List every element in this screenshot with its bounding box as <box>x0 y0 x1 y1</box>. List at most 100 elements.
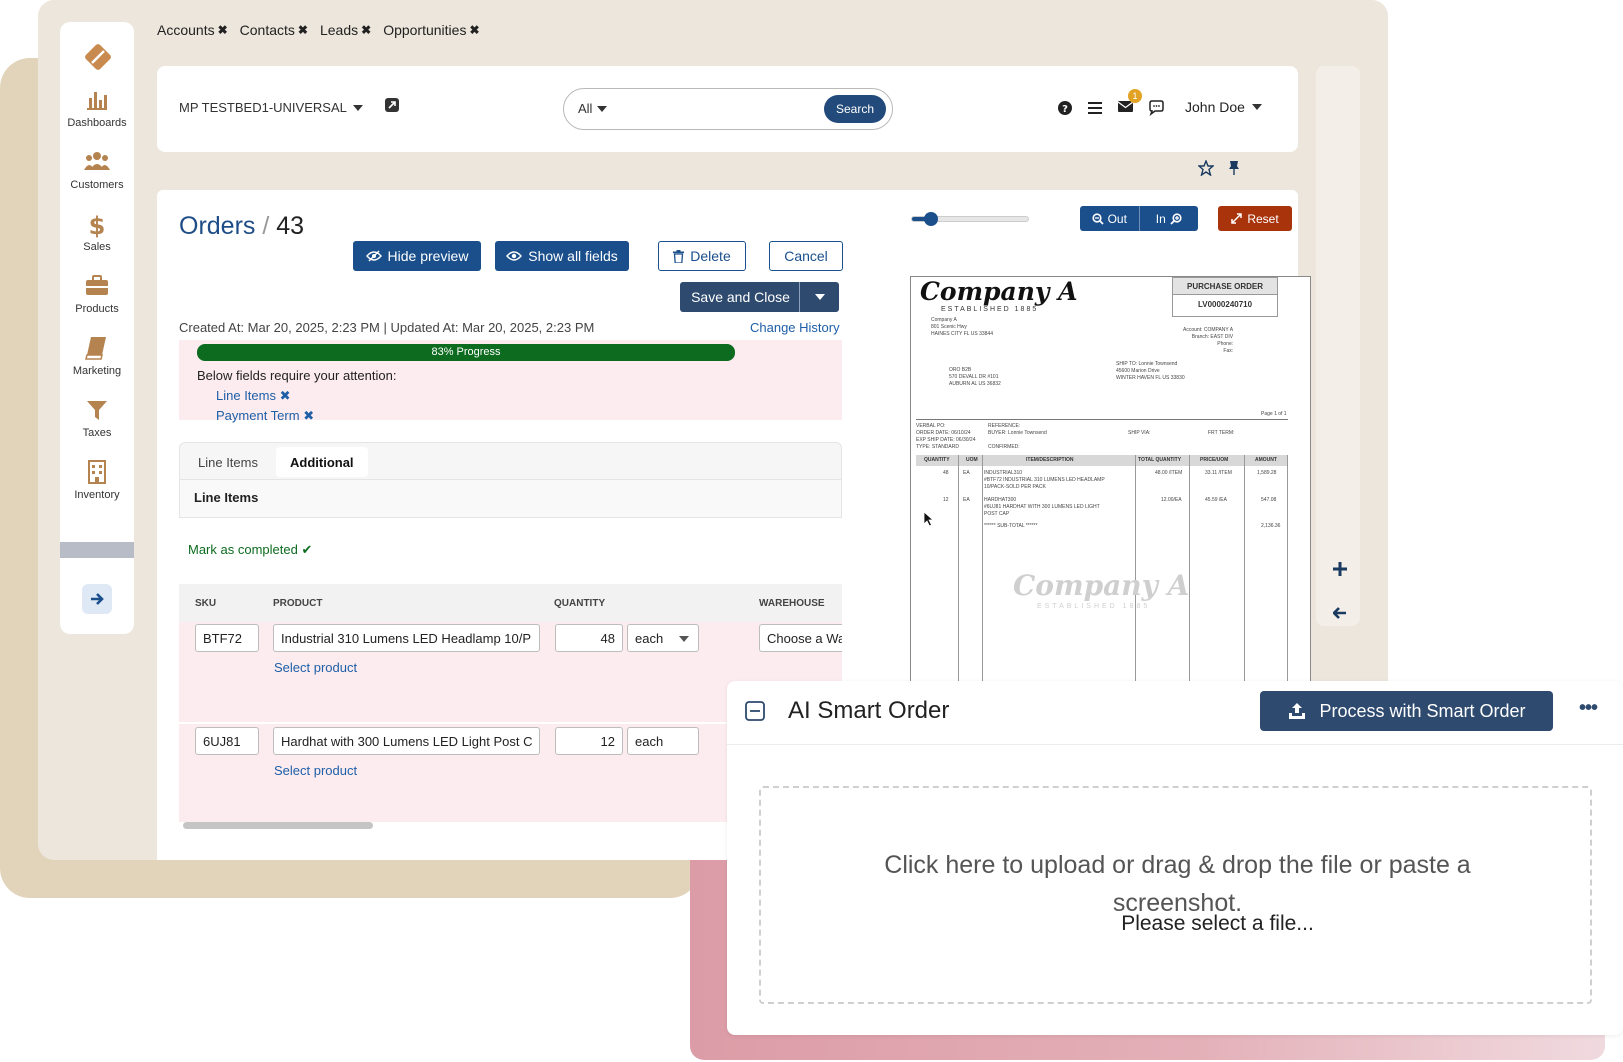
chevron-down-icon <box>1251 104 1262 110</box>
expand-icon <box>1231 213 1243 224</box>
notifications-button[interactable]: 1 <box>1117 89 1142 118</box>
ai-card-header: AI Smart Order Process with Smart Order … <box>727 681 1623 745</box>
attention-field-label: Payment Term <box>216 408 300 423</box>
close-icon[interactable]: ✖ <box>469 23 479 37</box>
top-tab-leads[interactable]: Leads ✖ <box>320 22 371 38</box>
close-icon[interactable]: ✖ <box>303 408 314 423</box>
tab-line-items[interactable]: Line Items <box>184 447 272 477</box>
button-label: Cancel <box>784 248 828 264</box>
button-label: Mark as completed <box>188 542 298 557</box>
star-icon[interactable] <box>1198 160 1214 176</box>
sidebar-item-inventory[interactable]: Inventory <box>60 458 134 501</box>
button-label: Out <box>1107 211 1127 226</box>
upload-icon <box>1289 703 1306 719</box>
breadcrumb-separator: / <box>262 212 270 240</box>
doc-line-qty: 48 <box>943 470 949 476</box>
cancel-button[interactable]: Cancel <box>769 241 843 271</box>
sidebar-scrollbar[interactable] <box>60 542 134 558</box>
button-label: Process with Smart Order <box>1319 700 1526 721</box>
chat-icon[interactable] <box>1148 100 1165 116</box>
show-all-fields-button[interactable]: Show all fields <box>495 241 629 271</box>
sidebar-item-taxes[interactable]: Taxes <box>60 396 134 439</box>
tenant-selector[interactable]: MP TESTBED1-UNIVERSAL <box>179 100 363 115</box>
grid-horizontal-scrollbar[interactable] <box>183 822 373 829</box>
top-tab-accounts[interactable]: Accounts ✖ <box>157 22 228 38</box>
doc-line-desc: HARDHAT300 #6UJ81 HARDHAT WITH 300 LUMEN… <box>984 497 1100 517</box>
more-options-button[interactable]: ••• <box>1579 697 1598 720</box>
close-icon[interactable]: ✖ <box>280 388 291 403</box>
app-logo-icon[interactable] <box>83 42 113 72</box>
help-icon[interactable]: ? <box>1057 100 1073 116</box>
tab-additional[interactable]: Additional <box>276 447 368 477</box>
hide-preview-button[interactable]: Hide preview <box>353 241 481 271</box>
search-scope-select[interactable]: All <box>578 101 608 116</box>
warehouse-select[interactable]: Choose a Wa <box>759 624 842 652</box>
sku-input[interactable]: 6UJ81 <box>195 727 259 755</box>
top-tab-contacts[interactable]: Contacts ✖ <box>240 22 308 38</box>
sidebar-item-marketing[interactable]: Marketing <box>60 334 134 377</box>
record-id: 43 <box>276 212 305 240</box>
top-tab-opportunities[interactable]: Opportunities ✖ <box>383 22 479 38</box>
external-link-icon[interactable] <box>385 98 399 112</box>
doc-line-desc: INDUSTRIAL310 #BTF72 INDUSTRIAL 310 LUME… <box>984 470 1105 490</box>
product-input[interactable]: Industrial 310 Lumens LED Headlamp 10/P <box>273 624 540 652</box>
close-icon[interactable]: ✖ <box>298 23 308 37</box>
doc-line-qty: 12 <box>943 497 949 503</box>
sku-input[interactable]: BTF72 <box>195 624 259 652</box>
uom-select[interactable]: each <box>627 727 699 755</box>
column-header-warehouse: WAREHOUSE <box>759 598 825 609</box>
sidebar-item-sales[interactable]: $ Sales <box>60 210 134 253</box>
eye-icon <box>506 251 523 261</box>
attention-field-line-items[interactable]: Line Items ✖ <box>216 388 291 404</box>
delete-button[interactable]: Delete <box>658 241 746 271</box>
funnel-icon <box>87 401 107 420</box>
uom-select[interactable]: each <box>627 624 699 652</box>
users-icon <box>84 152 110 170</box>
user-menu[interactable]: John Doe <box>1185 99 1262 115</box>
zoom-slider-handle[interactable] <box>924 212 938 226</box>
pin-icon[interactable] <box>1227 160 1241 176</box>
uom-value: each <box>635 630 664 646</box>
search-button[interactable]: Search <box>824 95 886 123</box>
plus-icon[interactable] <box>1333 562 1347 576</box>
quantity-input[interactable]: 48 <box>555 624 623 652</box>
arrow-left-icon[interactable] <box>1333 606 1347 620</box>
quantity-input[interactable]: 12 <box>555 727 623 755</box>
select-product-link[interactable]: Select product <box>274 660 357 675</box>
doc-col-total-quantity: TOTAL QUANTITY <box>1138 457 1182 463</box>
sidebar-item-customers[interactable]: Customers <box>60 148 134 191</box>
sidebar-item-products[interactable]: Products <box>60 272 134 315</box>
mouse-cursor-icon <box>923 511 935 527</box>
doc-col-amount: AMOUNT <box>1255 457 1277 463</box>
close-icon[interactable]: ✖ <box>361 23 371 37</box>
sidebar-expand-button[interactable] <box>82 584 112 614</box>
sidebar-item-dashboards[interactable]: Dashboards <box>60 86 134 129</box>
button-label: Delete <box>690 248 731 264</box>
minimize-icon[interactable] <box>745 701 765 721</box>
change-history-link[interactable]: Change History <box>750 320 840 335</box>
close-icon[interactable]: ✖ <box>218 23 228 37</box>
column-header-sku: SKU <box>195 598 217 609</box>
doc-company-logo: Company A <box>920 277 1078 306</box>
zoom-in-button[interactable]: In <box>1138 206 1199 231</box>
menu-icon[interactable] <box>1087 100 1103 116</box>
zoom-out-button[interactable]: Out <box>1080 206 1139 231</box>
doc-line-uom: EA <box>963 470 970 476</box>
save-options-dropdown[interactable] <box>799 282 839 312</box>
user-name: John Doe <box>1185 99 1245 115</box>
process-with-smart-order-button[interactable]: Process with Smart Order <box>1260 691 1553 731</box>
attention-field-payment-term[interactable]: Payment Term ✖ <box>216 408 314 424</box>
zoom-slider[interactable] <box>911 212 1029 226</box>
product-input[interactable]: Hardhat with 300 Lumens LED Light Post C <box>273 727 540 755</box>
attention-title: Below fields require your attention: <box>197 368 397 383</box>
breadcrumb-orders-link[interactable]: Orders <box>179 212 255 240</box>
dollar-icon: $ <box>89 212 106 238</box>
save-and-close-button[interactable]: Save and Close <box>680 282 801 312</box>
sidebar-item-label: Taxes <box>82 427 112 439</box>
select-product-link[interactable]: Select product <box>274 763 357 778</box>
mark-as-completed-button[interactable]: Mark as completed ✔ <box>188 542 312 558</box>
updated-at: Updated At: Mar 20, 2025, 2:23 PM <box>390 320 595 335</box>
reset-zoom-button[interactable]: Reset <box>1218 206 1292 231</box>
file-dropzone[interactable]: Click here to upload or drag & drop the … <box>759 786 1592 1004</box>
top-tab-label: Opportunities <box>383 22 467 38</box>
